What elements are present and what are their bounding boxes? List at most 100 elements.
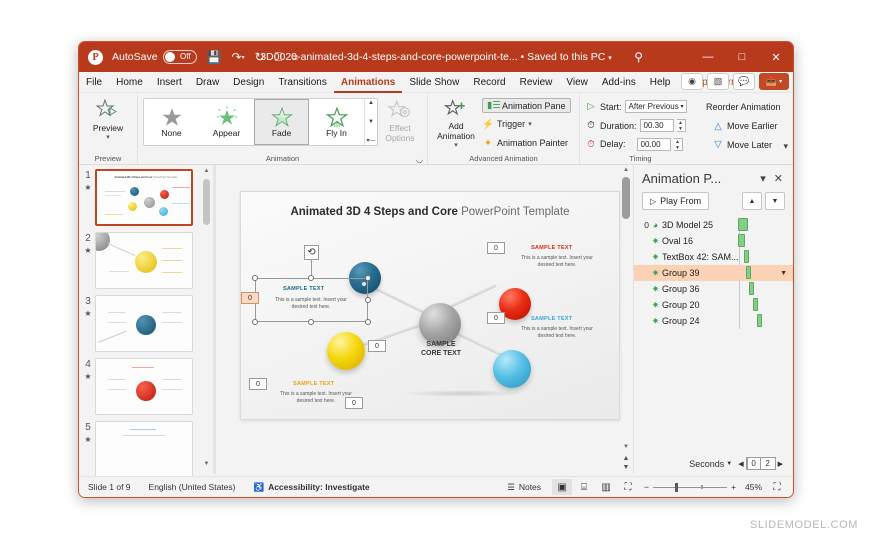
animation-badge-5[interactable]: 0	[345, 397, 363, 409]
normal-view-button[interactable]: ▣	[552, 479, 572, 495]
tab-insert[interactable]: Insert	[150, 72, 189, 93]
slide-thumbnail-4[interactable]	[95, 358, 193, 415]
animation-bar-4[interactable]	[749, 282, 754, 295]
canvas-scroll-up-icon[interactable]: ▲	[622, 167, 630, 173]
selection-handle-n[interactable]	[308, 275, 314, 281]
fit-slide-icon[interactable]: ⛶	[767, 479, 787, 495]
animation-badge-3[interactable]: 0	[487, 312, 505, 324]
tab-help[interactable]: Help	[643, 72, 678, 93]
tab-draw[interactable]: Draw	[189, 72, 226, 93]
minimize-button[interactable]: —	[691, 42, 725, 72]
language-indicator[interactable]: English (United States)	[140, 482, 245, 492]
callout-label-bottomright[interactable]: SAMPLE TEXT	[531, 316, 572, 322]
accessibility-status[interactable]: ♿ Accessibility: Investigate	[244, 482, 378, 493]
preview-chevron-down-icon[interactable]: ▾	[106, 133, 110, 141]
callout-body-bottomright[interactable]: This is a sample text. Insert your desir…	[513, 326, 601, 340]
animation-badge-4[interactable]: 0	[249, 378, 267, 390]
animation-appear-button[interactable]: Appear	[199, 99, 254, 145]
animation-none-button[interactable]: None	[144, 99, 199, 145]
tab-home[interactable]: Home	[109, 72, 150, 93]
record-icon[interactable]: ◉	[681, 73, 703, 90]
scale-left-arrow-icon[interactable]: ◀	[738, 460, 743, 468]
save-state-chevron-icon[interactable]: ▾	[608, 55, 612, 62]
animation-flyin-button[interactable]: Fly In	[309, 99, 364, 145]
zoom-knob[interactable]	[675, 483, 678, 492]
effect-options-button[interactable]: Effect Options	[378, 96, 422, 143]
animation-star-icon-3[interactable]: ★	[81, 308, 95, 319]
zoom-slider[interactable]: − +	[640, 482, 740, 492]
selection-handle-ne[interactable]	[365, 275, 371, 281]
animation-pane-button[interactable]: ▮☰ Animation Pane	[482, 98, 571, 113]
maximize-button[interactable]: □	[725, 42, 759, 72]
thumbnail-scroll-down-icon[interactable]: ▼	[203, 461, 210, 471]
next-slide-icon[interactable]: ▼	[621, 463, 631, 472]
delay-stepper[interactable]: ▲▼	[674, 138, 683, 151]
tab-animations[interactable]: Animations	[334, 72, 402, 93]
start-select[interactable]: After Previous ▾	[625, 100, 687, 113]
selection-handle-se[interactable]	[365, 319, 371, 325]
zoom-level[interactable]: 45%	[742, 482, 765, 492]
selection-handle-sw[interactable]	[252, 319, 258, 325]
share-button[interactable]: 📤▾	[759, 73, 789, 90]
thumbnail-row-5[interactable]: 5 ★	[79, 421, 213, 478]
gallery-scroll-up-icon[interactable]: ▲	[368, 100, 374, 106]
selection-handle-e[interactable]	[365, 297, 371, 303]
save-state[interactable]: Saved to this PC	[527, 51, 605, 63]
slide-thumbnail-5[interactable]	[95, 421, 193, 478]
thumbnail-scrollbar[interactable]: ▲ ▼	[202, 167, 211, 472]
slide-thumbnail-3[interactable]	[95, 295, 193, 352]
undo-icon[interactable]: ↷▾	[232, 50, 245, 64]
seconds-dropdown[interactable]: Seconds ▼	[689, 459, 732, 469]
move-earlier-button[interactable]: △ Move Earlier	[706, 119, 778, 134]
animation-bar-6[interactable]	[757, 314, 762, 327]
duration-input[interactable]: 00.30	[640, 119, 674, 132]
animation-star-icon-5[interactable]: ★	[81, 434, 95, 445]
animation-list-item-0[interactable]: 0 ◕ 3D Model 25	[634, 217, 793, 233]
animation-list-item-2[interactable]: ✷ TextBox 42: SAM...	[634, 249, 793, 265]
present-icon[interactable]: ⎕	[275, 50, 282, 65]
preview-button[interactable]: Preview ▾	[84, 96, 132, 141]
thumbnail-row-2[interactable]: 2 ★	[79, 232, 213, 289]
callout-label-topleft[interactable]: SAMPLE TEXT	[283, 286, 324, 292]
callout-body-topleft[interactable]: This is a sample text. Insert your desir…	[267, 297, 355, 311]
slide-sorter-button[interactable]: ⌸	[574, 479, 594, 495]
zoom-out-button[interactable]: −	[644, 482, 649, 492]
zoom-in-button[interactable]: +	[731, 482, 736, 492]
animation-badge-2[interactable]: 0	[487, 242, 505, 254]
scale-right-arrow-icon[interactable]: ▶	[778, 460, 783, 468]
animation-list-item-3[interactable]: ✷ Group 39 ▼	[634, 265, 793, 281]
redo-icon[interactable]: ↻	[255, 50, 265, 64]
selection-handle-nw[interactable]	[252, 275, 258, 281]
slide-thumbnail-2[interactable]	[95, 232, 193, 289]
animation-bar-5[interactable]	[753, 298, 758, 311]
animation-list-item-4[interactable]: ✷ Group 36	[634, 281, 793, 297]
callout-label-topright[interactable]: SAMPLE TEXT	[531, 245, 572, 251]
trigger-chevron-down-icon[interactable]: ▾	[528, 120, 532, 128]
delay-input[interactable]: 00.00	[637, 138, 671, 151]
gallery-more-icon[interactable]: ▾―	[366, 137, 375, 144]
tab-record[interactable]: Record	[466, 72, 512, 93]
slide-canvas[interactable]: Animated 3D 4 Steps and Core PowerPoint …	[240, 191, 620, 420]
animation-bar-1[interactable]	[738, 234, 745, 247]
animation-star-icon-1[interactable]: ★	[81, 182, 95, 193]
animation-list-item-6[interactable]: ✷ Group 24	[634, 313, 793, 329]
animation-fade-button[interactable]: Fade	[254, 99, 309, 145]
animation-dialog-launcher-icon[interactable]: ◡	[416, 155, 423, 164]
move-later-button[interactable]: ▽ Move Later	[706, 137, 772, 152]
thumbnail-scroll-thumb[interactable]	[203, 179, 210, 225]
thumbnail-row-4[interactable]: 4 ★	[79, 358, 213, 415]
close-icon[interactable]: ✕	[770, 172, 787, 185]
play-from-button[interactable]: ▷ Play From	[642, 192, 709, 210]
animation-painter-button[interactable]: ✦ Animation Painter	[482, 135, 571, 151]
canvas-scroll-down-icon[interactable]: ▼	[622, 444, 630, 450]
move-up-icon[interactable]: ▲	[742, 192, 762, 210]
trigger-button[interactable]: ⚡ Trigger ▾	[482, 116, 571, 132]
collapse-ribbon-icon[interactable]: ▾	[783, 141, 788, 152]
rotate-handle-icon[interactable]: ⟲	[304, 245, 319, 260]
tab-slide-show[interactable]: Slide Show	[402, 72, 466, 93]
animation-bar-2[interactable]	[744, 250, 749, 263]
save-icon[interactable]: 💾	[207, 50, 222, 64]
thumbnail-scroll-up-icon[interactable]: ▲	[203, 168, 210, 178]
timeline-scale-control[interactable]: ◀ 0 2 ▶	[738, 457, 783, 470]
tab-design[interactable]: Design	[226, 72, 271, 93]
